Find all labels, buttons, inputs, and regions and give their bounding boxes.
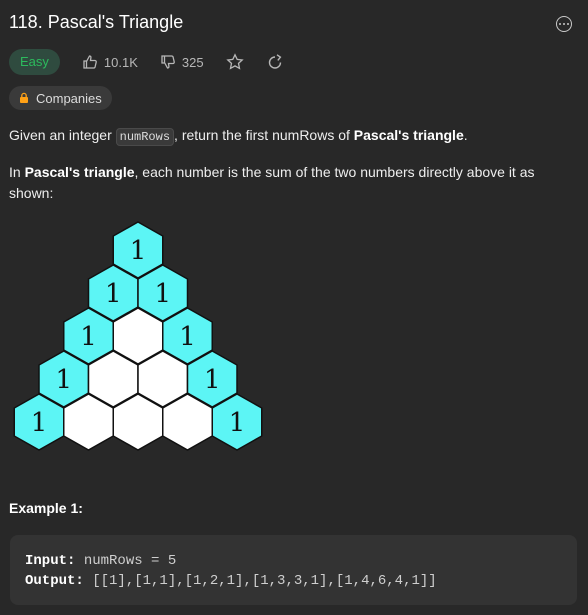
- share-icon: [268, 54, 282, 69]
- problem-title: 118. Pascal's Triangle: [9, 12, 184, 32]
- pascal-triangle-image: 11 11 11 11 1: [13, 221, 263, 451]
- more-options-icon[interactable]: [556, 16, 572, 32]
- triangle-cell-value: 1: [55, 365, 72, 395]
- description-paragraph-1: Given an integer numRows, return the fir…: [9, 127, 468, 146]
- like-button[interactable]: 10.1K: [82, 54, 138, 70]
- difficulty-badge: Easy: [9, 49, 60, 75]
- triangle-cell-value: 1: [229, 408, 246, 438]
- inline-code-numrows: numRows: [115, 128, 175, 146]
- share-button[interactable]: [266, 53, 284, 71]
- example-1-box: Input: numRows = 5 Output: [[1],[1,1],[1…: [10, 535, 577, 605]
- thumbs-down-icon: [161, 55, 175, 69]
- dislikes-count: 325: [181, 54, 204, 70]
- triangle-cell-value: 1: [204, 365, 221, 395]
- triangle-cell-value: 1: [105, 279, 122, 309]
- thumbs-up-icon: [83, 55, 97, 69]
- triangle-cell-value: 1: [179, 322, 196, 352]
- example-1-title: Example 1:: [9, 500, 83, 516]
- description-paragraph-2: In Pascal's triangle, each number is the…: [9, 164, 535, 201]
- star-icon: [225, 53, 244, 70]
- companies-label: Companies: [36, 90, 102, 106]
- dislike-button[interactable]: 325: [160, 54, 204, 70]
- likes-count: 10.1K: [103, 54, 138, 70]
- lock-icon: [20, 92, 28, 103]
- triangle-cell-value: 1: [80, 322, 97, 352]
- triangle-cell-value: 1: [130, 236, 147, 266]
- triangle-cell-value: 1: [31, 408, 48, 438]
- favorite-button[interactable]: [225, 53, 244, 71]
- example-output-line: Output: [[1],[1,1],[1,2,1],[1,3,3,1],[1,…: [25, 573, 437, 589]
- triangle-cell-value: 1: [154, 279, 171, 309]
- example-input-line: Input: numRows = 5: [25, 553, 177, 569]
- companies-tag[interactable]: Companies: [9, 86, 112, 110]
